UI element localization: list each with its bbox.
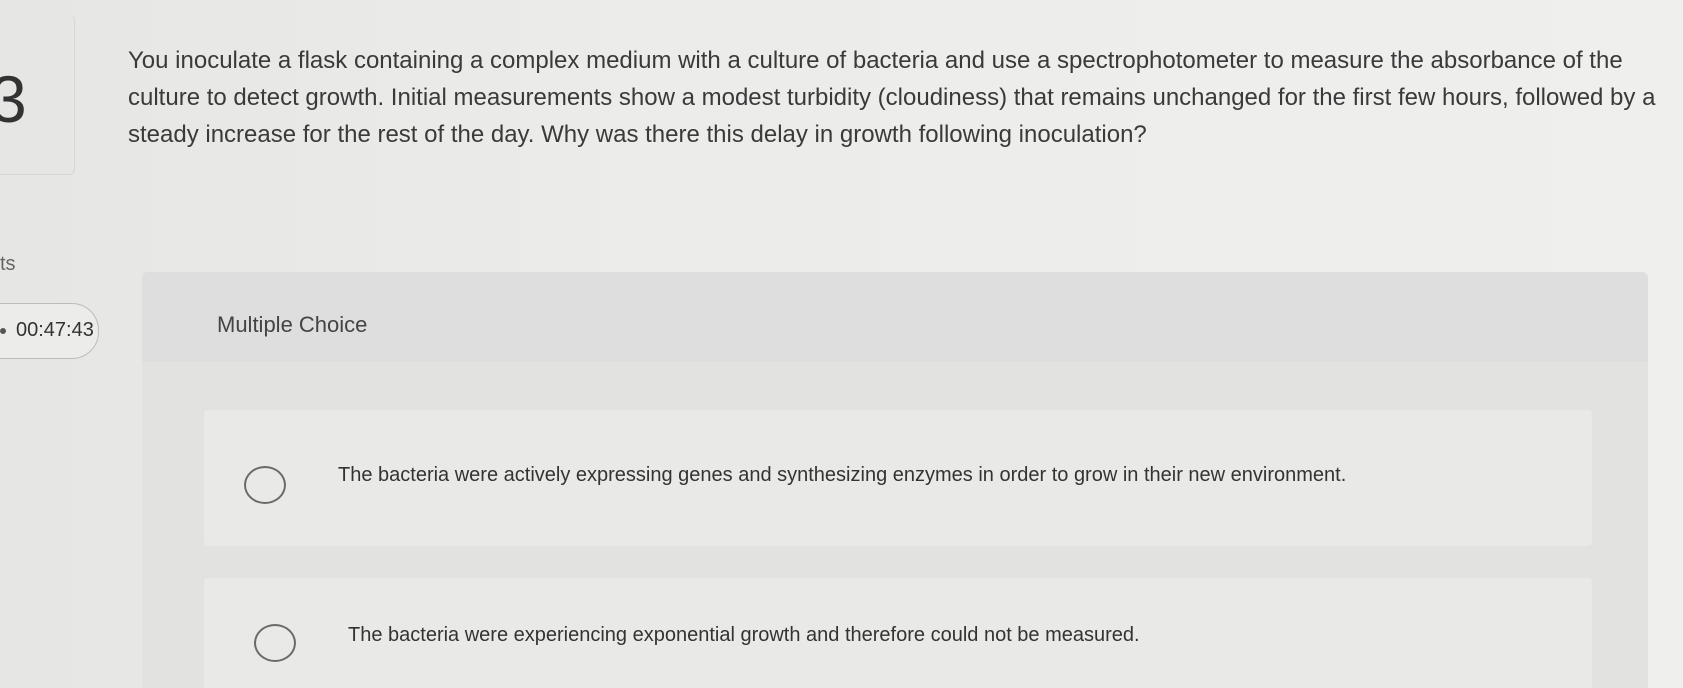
multiple-choice-panel: Multiple Choice The bacteria were active… <box>142 272 1648 688</box>
quiz-page: 3 ts 00:47:43 You inoculate a flask cont… <box>0 0 1683 688</box>
radio-button-option-1[interactable] <box>244 466 286 504</box>
question-number: 3 <box>0 62 27 136</box>
multiple-choice-header: Multiple Choice <box>142 272 1648 362</box>
timer-badge: 00:47:43 <box>0 303 99 359</box>
timer-dot-icon <box>0 328 6 334</box>
choice-option-2[interactable]: The bacteria were experiencing exponenti… <box>204 578 1592 688</box>
radio-button-option-2[interactable] <box>254 624 296 662</box>
multiple-choice-label: Multiple Choice <box>217 312 368 337</box>
timer-text: 00:47:43 <box>16 319 94 341</box>
sidebar-partial-label: ts <box>0 253 16 275</box>
question-number-box: 3 <box>0 14 75 175</box>
choice-text-option-1: The bacteria were actively expressing ge… <box>338 464 1347 486</box>
choice-option-1[interactable]: The bacteria were actively expressing ge… <box>204 410 1592 546</box>
question-text: You inoculate a flask containing a compl… <box>128 47 1656 148</box>
choice-text-option-2: The bacteria were experiencing exponenti… <box>348 624 1140 646</box>
